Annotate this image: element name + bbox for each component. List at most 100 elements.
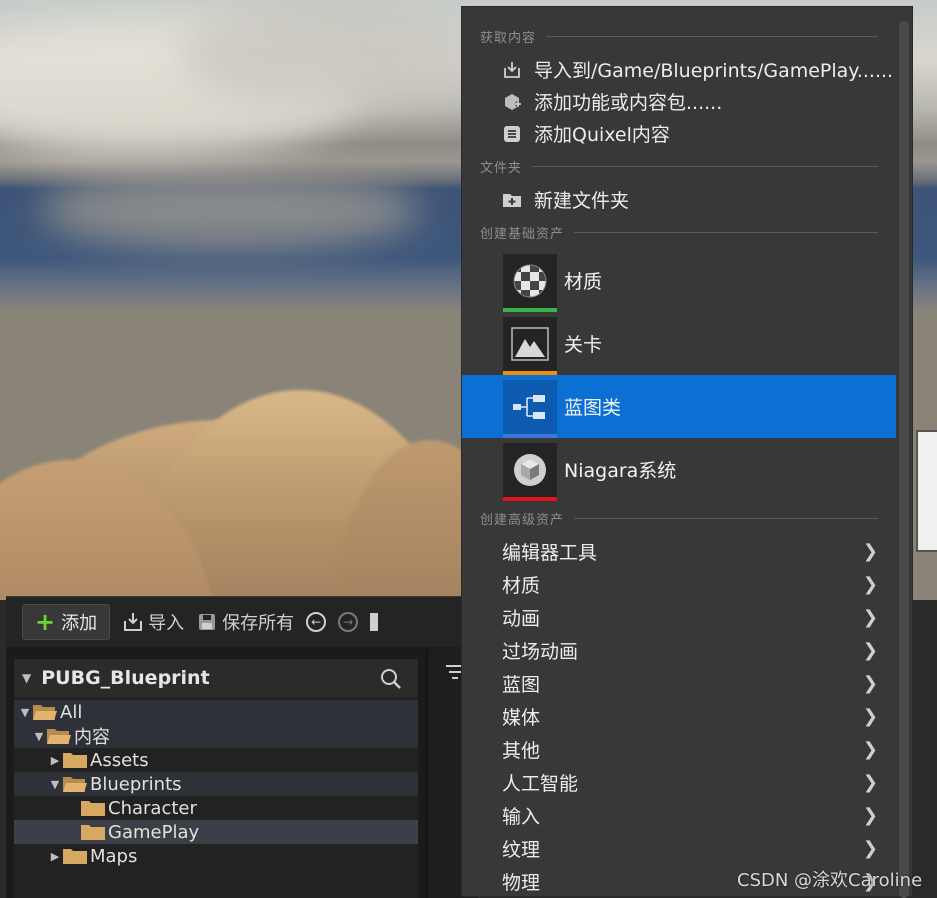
add-button[interactable]: + 添加 [22, 604, 111, 640]
back-arrow-icon[interactable]: ← [306, 612, 327, 632]
chevron-right-icon: ❯ [862, 838, 878, 859]
asset-label: Niagara系统 [564, 460, 677, 482]
submenu-miscellaneous[interactable]: 其他 ❯ [502, 733, 886, 766]
open-folder-icon [33, 705, 57, 720]
section-get-content: 获取内容 [480, 27, 878, 46]
material-thumbnail [503, 253, 557, 312]
expanded-arrow-icon[interactable]: ▼ [32, 730, 46, 743]
asset-color-bar [503, 370, 557, 375]
search-icon[interactable] [380, 668, 402, 690]
section-divider [574, 232, 878, 233]
tooltip-popup [916, 430, 937, 552]
chevron-right-icon: ❯ [862, 772, 878, 793]
submenu-media[interactable]: 媒体 ❯ [502, 700, 886, 733]
import-button[interactable]: 导入 [122, 609, 184, 635]
save-all-button[interactable]: 保存所有 [196, 609, 294, 635]
niagara-icon [514, 453, 546, 486]
asset-label: 关卡 [564, 334, 603, 356]
asset-color-bar [503, 433, 557, 438]
asset-color-bar [503, 496, 557, 501]
asset-material[interactable]: 材质 [462, 249, 896, 312]
add-context-menu: 获取内容 导入到/Game/Blueprints/GamePlay...... … [461, 6, 913, 898]
forward-arrow-icon[interactable]: → [338, 612, 359, 632]
collapsed-arrow-icon[interactable]: ▶ [48, 850, 62, 863]
chevron-right-icon: ❯ [862, 739, 878, 760]
submenu-editor-utilities[interactable]: 编辑器工具 ❯ [502, 535, 886, 568]
quixel-icon [504, 125, 520, 142]
submenu-animation[interactable]: 动画 ❯ [502, 601, 886, 634]
menu-item-add-feature-pack[interactable]: 添加功能或内容包...... [502, 88, 722, 115]
folder-icon [63, 849, 87, 864]
save-all-button-label: 保存所有 [222, 613, 295, 634]
submenu-label: 纹理 [502, 839, 541, 861]
submenu-label: 编辑器工具 [502, 542, 598, 564]
asset-color-bar [503, 307, 557, 312]
tree-item-character[interactable]: Character [14, 796, 418, 820]
open-folder-icon [47, 729, 71, 744]
import-button-label: 导入 [148, 613, 185, 634]
asset-niagara-system[interactable]: Niagara系统 [462, 438, 896, 501]
submenu-artificial-intelligence[interactable]: 人工智能 ❯ [502, 766, 886, 799]
folder-icon [81, 801, 105, 816]
expanded-arrow-icon[interactable]: ▼ [48, 778, 62, 791]
section-basic-assets: 创建基础资产 [480, 223, 878, 242]
menu-item-label: 新建文件夹 [534, 190, 630, 212]
section-divider [546, 36, 878, 37]
menu-item-label: 添加功能或内容包...... [534, 92, 723, 114]
menu-scrollbar[interactable] [899, 21, 909, 898]
blueprint-class-icon [513, 394, 545, 419]
submenu-label: 物理 [502, 872, 541, 894]
blueprint-thumbnail [503, 379, 557, 438]
submenu-label: 其他 [502, 740, 541, 762]
section-label: 创建基础资产 [480, 227, 565, 242]
menu-item-add-quixel[interactable]: 添加Quixel内容 [502, 120, 670, 147]
tree-item-label: GamePlay [108, 821, 200, 843]
import-icon [504, 61, 520, 78]
watermark-text: CSDN @涂欢Caroline [737, 870, 923, 891]
tree-item-content[interactable]: ▼ 内容 [14, 724, 418, 748]
collapse-triangle-icon[interactable]: ▼ [22, 671, 31, 685]
collapsed-arrow-icon[interactable]: ▶ [48, 754, 62, 767]
tree-item-gameplay[interactable]: GamePlay [14, 820, 418, 844]
tree-header[interactable]: ▼ PUBG_Blueprint [14, 659, 418, 697]
submenu-blueprint[interactable]: 蓝图 ❯ [502, 667, 886, 700]
menu-item-import[interactable]: 导入到/Game/Blueprints/GamePlay...... [502, 56, 893, 83]
tree-item-all[interactable]: ▼ All [14, 700, 418, 724]
tree-item-blueprints[interactable]: ▼ Blueprints [14, 772, 418, 796]
save-icon [199, 614, 216, 630]
content-browser: + 添加 导入 保存所有 ← → ▼ PUBG_Blueprint ▼ All … [6, 596, 478, 898]
submenu-materials[interactable]: 材质 ❯ [502, 568, 886, 601]
menu-item-new-folder[interactable]: 新建文件夹 [502, 186, 629, 213]
chevron-right-icon: ❯ [862, 673, 878, 694]
new-folder-icon [503, 193, 521, 207]
tree-item-label: Maps [90, 845, 138, 867]
asset-blueprint-class[interactable]: 蓝图类 [462, 375, 896, 438]
section-divider [532, 166, 878, 167]
folder-tree: ▼ PUBG_Blueprint ▼ All ▼ 内容 ▶ Assets ▼ B… [14, 659, 418, 898]
feature-pack-icon [505, 93, 521, 110]
content-browser-toolbar: + 添加 导入 保存所有 ← → [6, 597, 476, 647]
submenu-texture[interactable]: 纹理 ❯ [502, 832, 886, 865]
submenu-label: 输入 [502, 806, 541, 828]
expanded-arrow-icon[interactable]: ▼ [18, 706, 32, 719]
open-folder-icon [63, 777, 87, 792]
sky-cloud [40, 170, 420, 250]
submenu-label: 人工智能 [502, 773, 579, 795]
tree-item-label: Character [108, 797, 197, 819]
asset-label: 蓝图类 [564, 397, 622, 419]
settings-icon[interactable] [370, 613, 379, 631]
tree-item-label: Assets [90, 749, 149, 771]
section-label: 创建高级资产 [480, 513, 565, 528]
submenu-label: 过场动画 [502, 641, 579, 663]
tree-item-maps[interactable]: ▶ Maps [14, 844, 418, 868]
tree-item-assets[interactable]: ▶ Assets [14, 748, 418, 772]
section-folder: 文件夹 [480, 157, 878, 176]
asset-level[interactable]: 关卡 [462, 312, 896, 375]
submenu-label: 动画 [502, 608, 541, 630]
tree-item-label: Blueprints [90, 773, 182, 795]
section-divider [574, 518, 878, 519]
chevron-right-icon: ❯ [862, 574, 878, 595]
submenu-input[interactable]: 输入 ❯ [502, 799, 886, 832]
submenu-cinematics[interactable]: 过场动画 ❯ [502, 634, 886, 667]
level-icon [511, 326, 549, 361]
